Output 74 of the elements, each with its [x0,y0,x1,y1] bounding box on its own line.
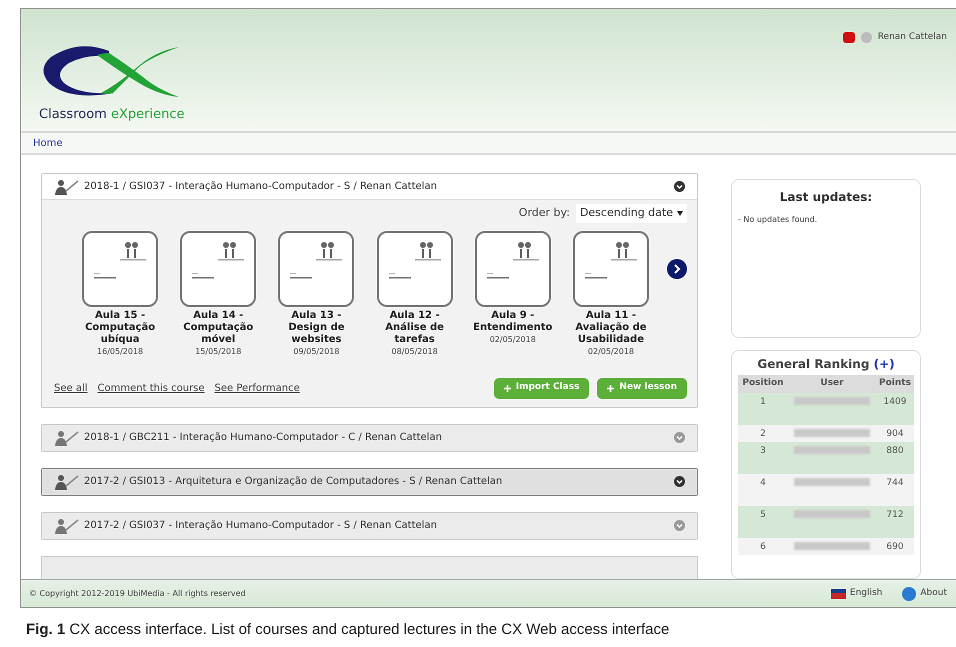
slide-thumbnail[interactable] [82,230,158,306]
toggle-icon[interactable] [674,520,685,531]
figure-caption: Fig. 1 CX access interface. List of courses and captured lectures in the CX Web access interface [26,620,670,640]
more-link[interactable]: (+) [874,357,895,372]
help-icon [902,586,916,600]
column-header: User [819,377,845,390]
toggle-icon[interactable] [674,181,685,192]
position-cell-text: 5 [759,508,767,522]
flag-icon[interactable] [842,32,855,43]
course-header[interactable]: 2018-1 / GBC211 - Interação Humano-Computador - C / Renan Cattelan [42,424,697,450]
lesson-date: 15/05/2018 [195,346,242,358]
order-label: Order by: [518,205,570,221]
lesson-title[interactable]: Aula 12 - Análise de tarefas [372,310,457,346]
position-cell-text: 1 [759,396,767,409]
position-cell-text: 4 [759,476,767,490]
slide-thumbnail[interactable] [572,230,649,306]
course-header[interactable]: 2017-2 / GSI013 - Arquitetura e Organização de Computadores - S / Renan Cattelan [42,468,697,494]
lesson-title[interactable]: Aula 13 - Design de websites [274,310,359,346]
lesson-title[interactable]: Aula 14 - Computação móvel [176,310,260,346]
language-link[interactable]: English [850,586,882,600]
course-link[interactable]: See Performance [214,380,300,396]
points-cell-text: 904 [885,428,905,441]
slide-thumbnail[interactable] [376,230,453,306]
lesson-date: 02/05/2018 [588,346,634,358]
about-link[interactable]: About [920,586,947,600]
plus-icon [607,384,614,392]
lesson-date: 08/05/2018 [392,346,438,358]
logo-subtitle: eXperience [110,107,184,122]
ranking-title: General Ranking [757,357,870,372]
lesson-date: 16/05/2018 [97,346,144,358]
points-cell-text: 880 [885,444,905,458]
caret-icon [677,210,683,216]
avatar-icon [860,32,872,43]
lesson-date: 09/05/2018 [293,346,340,358]
course-title[interactable]: 2018-1 / GSI037 - Interação Humano-Computador - S / Renan Cattelan [84,179,670,194]
course-header[interactable]: 2017-2 / GSI037 - Interação Humano-Computador - S / Renan Cattelan [42,512,697,538]
copyright-text: © Copyright 2012-2019 UbiMedia - All rights reserved [29,588,246,600]
points-cell-text: 690 [885,540,905,554]
order-select[interactable]: Descending date [576,204,687,222]
next-icon[interactable] [667,258,688,278]
toggle-icon[interactable] [674,432,685,443]
points-cell-text: 744 [885,476,905,490]
column-header: Points [878,377,912,390]
course-link[interactable]: See all [54,380,88,396]
teacher-icon [54,178,80,194]
slide-thumbnail[interactable] [474,230,551,306]
teacher-icon [54,518,80,534]
lesson-title[interactable]: Aula 9 - Entendimento [470,310,555,334]
course-header[interactable]: 2018-1 / GSI037 - Interação Humano-Computador - S / Renan Cattelan [42,174,697,200]
course-title[interactable]: 2017-2 / GSI013 - Arquitetura e Organização de Computadores - S / Renan Cattelan [84,474,670,489]
plus-icon [504,384,511,392]
toggle-icon[interactable] [674,476,685,487]
teacher-icon [54,474,80,490]
flag-icon [830,588,846,598]
updates-title: Last updates: [778,189,874,206]
position-cell-text: 3 [759,444,767,458]
update-text: - No updates found. [738,214,818,226]
course-title[interactable]: 2017-2 / GSI037 - Interação Humano-Computador - S / Renan Cattelan [84,518,670,533]
lesson-date: 02/05/2018 [490,334,536,346]
points-cell-text: 1409 [882,396,908,409]
course-title[interactable]: 2018-1 / GBC211 - Interação Humano-Computador - C / Renan Cattelan [84,430,670,445]
user-name[interactable]: Renan Cattelan [878,31,947,44]
slide-thumbnail[interactable] [180,230,256,306]
lesson-title[interactable]: Aula 15 - Computação ubíqua [78,310,162,346]
position-cell-text: 2 [759,428,767,441]
column-header: Position [741,377,785,390]
position-cell-text: 6 [759,540,767,554]
course-link[interactable]: Comment this course [98,380,205,396]
points-cell-text: 712 [885,508,905,522]
home-link[interactable]: Home [33,136,63,150]
teacher-icon [54,430,80,446]
lesson-title[interactable]: Aula 11 - Avaliação de Usabilidade [568,310,654,346]
logo-title: Classroom [39,107,107,122]
slide-thumbnail[interactable] [278,230,354,306]
